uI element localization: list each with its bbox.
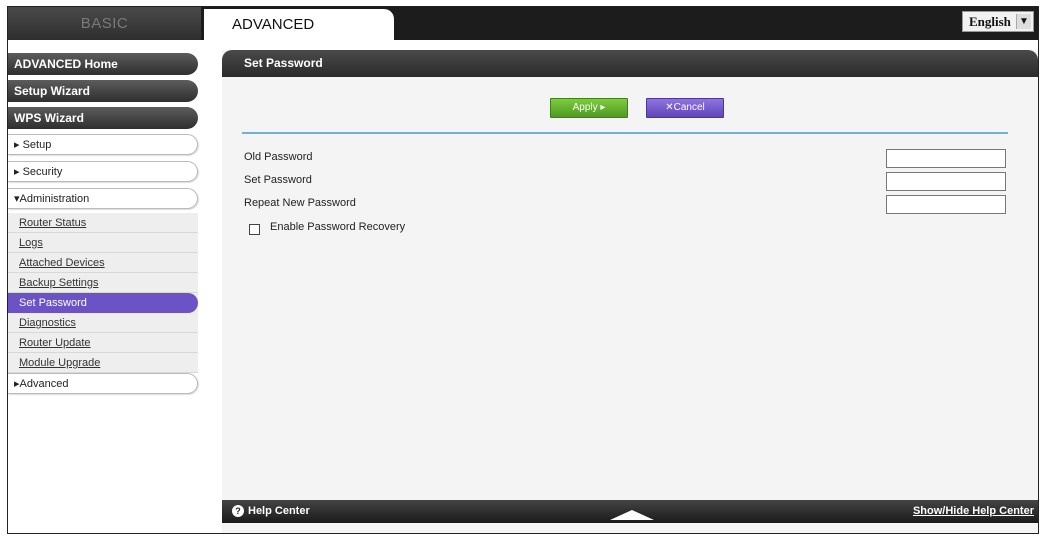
- set-password-label: Set Password: [244, 174, 312, 186]
- help-icon: ?: [232, 505, 244, 517]
- sidebar-item-wps-wizard[interactable]: WPS Wizard: [8, 107, 198, 129]
- old-password-label: Old Password: [244, 151, 313, 163]
- top-nav-bar: BASIC ADVANCED English ▼: [8, 7, 1038, 40]
- sidebar-item-setup[interactable]: ▸ Setup: [8, 134, 198, 155]
- set-password-input[interactable]: [886, 172, 1006, 191]
- submenu-module-upgrade[interactable]: Module Upgrade: [8, 353, 198, 373]
- sidebar-item-administration[interactable]: ▾Administration: [8, 188, 198, 209]
- submenu-router-status[interactable]: Router Status: [8, 213, 198, 233]
- chevron-down-icon: ▼: [1016, 14, 1031, 29]
- divider: [242, 132, 1008, 134]
- enable-recovery-checkbox[interactable]: [249, 224, 260, 235]
- show-hide-help-link[interactable]: Show/Hide Help Center: [913, 505, 1034, 517]
- apply-button[interactable]: Apply ▸: [550, 98, 628, 118]
- expand-arrow-icon[interactable]: [610, 510, 654, 520]
- language-select[interactable]: English ▼: [962, 11, 1034, 32]
- submenu-set-password[interactable]: Set Password: [8, 293, 198, 313]
- submenu-router-update[interactable]: Router Update: [8, 333, 198, 353]
- sidebar-item-advanced-home[interactable]: ADVANCED Home: [8, 53, 198, 75]
- cancel-button[interactable]: ✕Cancel: [646, 98, 724, 118]
- submenu-attached-devices[interactable]: Attached Devices: [8, 253, 198, 273]
- help-center-label: Help Center: [248, 505, 310, 517]
- administration-submenu: Router Status Logs Attached Devices Back…: [8, 213, 198, 373]
- tab-advanced[interactable]: ADVANCED: [204, 9, 394, 40]
- language-value: English: [969, 14, 1011, 29]
- sidebar-item-security[interactable]: ▸ Security: [8, 161, 198, 182]
- old-password-input[interactable]: [886, 149, 1006, 168]
- main-panel: Set Password Apply ▸ ✕Cancel Old Passwor…: [222, 50, 1038, 533]
- repeat-password-input[interactable]: [886, 195, 1006, 214]
- page-title: Set Password: [222, 50, 1038, 77]
- router-admin-page: BASIC ADVANCED English ▼ ADVANCED Home S…: [7, 6, 1039, 534]
- tab-basic[interactable]: BASIC: [8, 7, 201, 40]
- submenu-diagnostics[interactable]: Diagnostics: [8, 313, 198, 333]
- sidebar-item-advanced[interactable]: ▸Advanced: [8, 373, 198, 394]
- submenu-logs[interactable]: Logs: [8, 233, 198, 253]
- help-center-bar: ? Help Center Show/Hide Help Center: [222, 500, 1038, 523]
- sidebar: ADVANCED Home Setup Wizard WPS Wizard ▸ …: [8, 53, 198, 400]
- enable-recovery-label: Enable Password Recovery: [270, 221, 406, 233]
- submenu-backup-settings[interactable]: Backup Settings: [8, 273, 198, 293]
- sidebar-item-setup-wizard[interactable]: Setup Wizard: [8, 80, 198, 102]
- repeat-password-label: Repeat New Password: [244, 197, 356, 209]
